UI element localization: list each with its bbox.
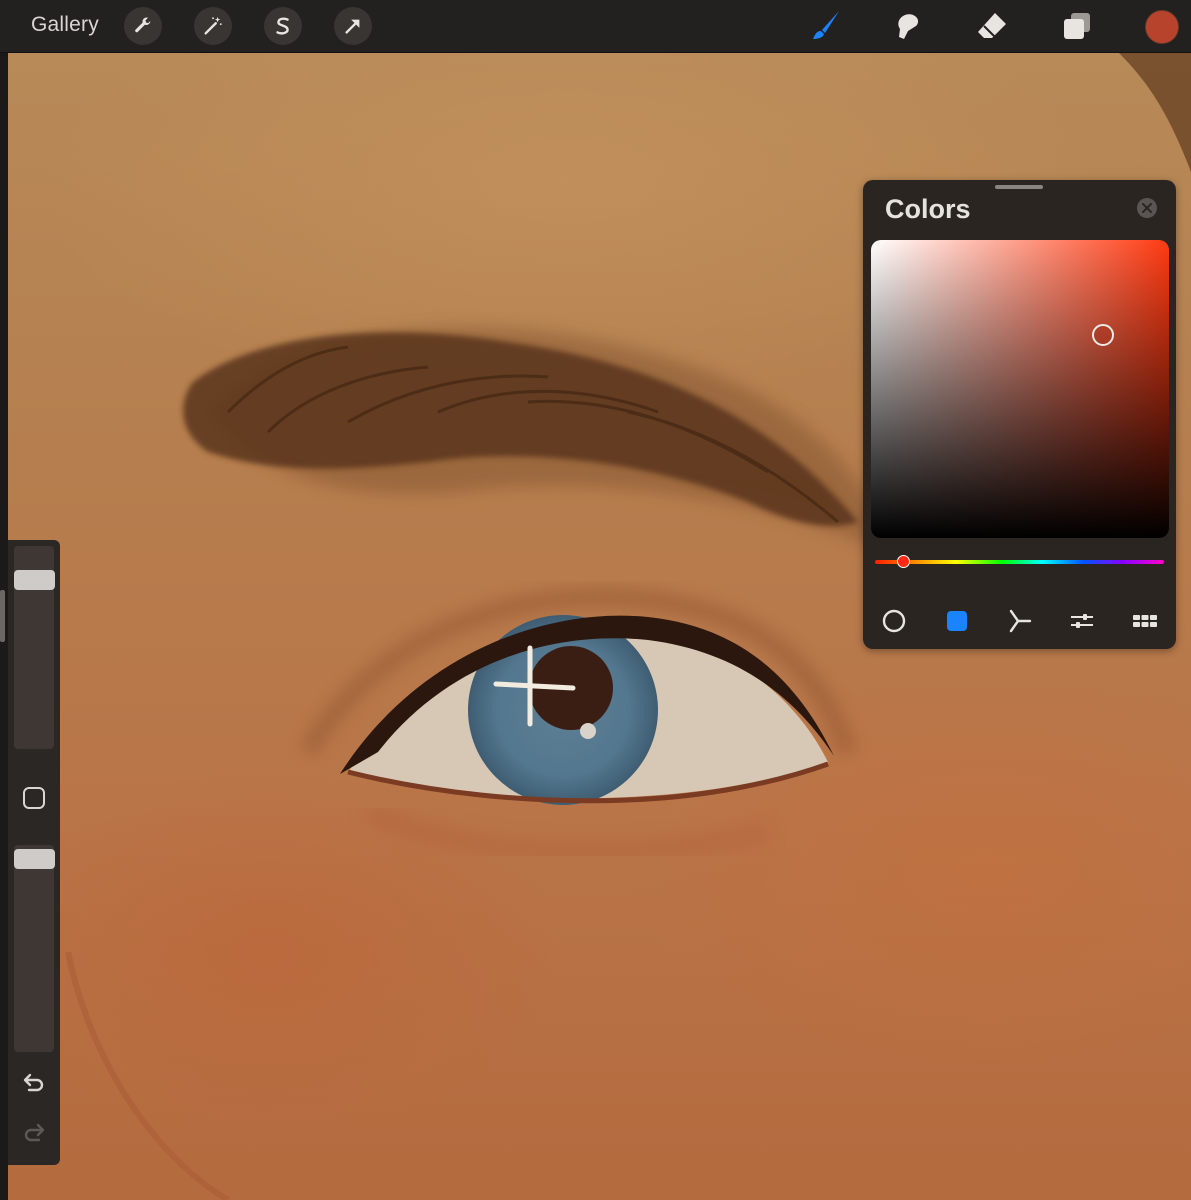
undo-button[interactable] [21,1071,47,1097]
brush-size-thumb[interactable] [14,570,55,590]
colors-panel-title: Colors [885,194,971,224]
brush-tool-button[interactable] [805,6,845,46]
palettes-mode-icon [1133,615,1157,627]
selection-s-icon [276,17,289,35]
smudge-icon [898,14,919,39]
layers-button[interactable] [1057,6,1097,46]
colors-panel: Colors [863,180,1176,649]
undo-icon [23,1073,44,1092]
opacity-slider[interactable] [14,845,54,1052]
left-sidebar [8,540,60,1165]
harmony-mode-tab[interactable] [1003,604,1037,638]
gallery-button[interactable]: Gallery [31,13,99,37]
actions-button[interactable] [124,7,162,45]
saturation-brightness-picker[interactable] [871,240,1169,538]
redo-icon [24,1123,45,1142]
hue-slider-knob[interactable] [896,555,910,568]
harmony-mode-icon [1009,609,1032,633]
smudge-tool-button[interactable] [888,6,928,46]
value-mode-icon [1071,614,1093,628]
classic-mode-icon [947,611,967,631]
current-color-button[interactable] [1145,10,1179,44]
palettes-mode-tab[interactable] [1128,604,1162,638]
transform-button[interactable] [334,7,372,45]
top-toolbar: Gallery [0,0,1191,53]
classic-mode-tab[interactable] [940,604,974,638]
modify-square-icon [23,787,45,809]
close-icon [1142,203,1152,213]
sidebar-edge-handle[interactable] [0,590,5,642]
adjustments-button[interactable] [194,7,232,45]
disc-mode-icon [882,609,906,633]
close-panel-button[interactable] [1137,198,1157,218]
disc-mode-tab[interactable] [877,604,911,638]
wrench-icon [135,17,151,33]
move-arrow-icon [345,19,360,34]
opacity-thumb[interactable] [14,849,55,869]
modify-button[interactable] [22,786,46,810]
magic-wand-icon [204,16,222,35]
selection-button[interactable] [264,7,302,45]
redo-button[interactable] [21,1121,47,1147]
hue-slider[interactable] [875,555,1164,568]
layers-icon [1064,13,1090,39]
brush-icon [813,11,839,39]
eraser-icon [978,13,1006,38]
value-mode-tab[interactable] [1065,604,1099,638]
color-picker-reticle[interactable] [1092,324,1115,347]
eraser-tool-button[interactable] [972,6,1012,46]
panel-grabber[interactable] [995,185,1043,189]
